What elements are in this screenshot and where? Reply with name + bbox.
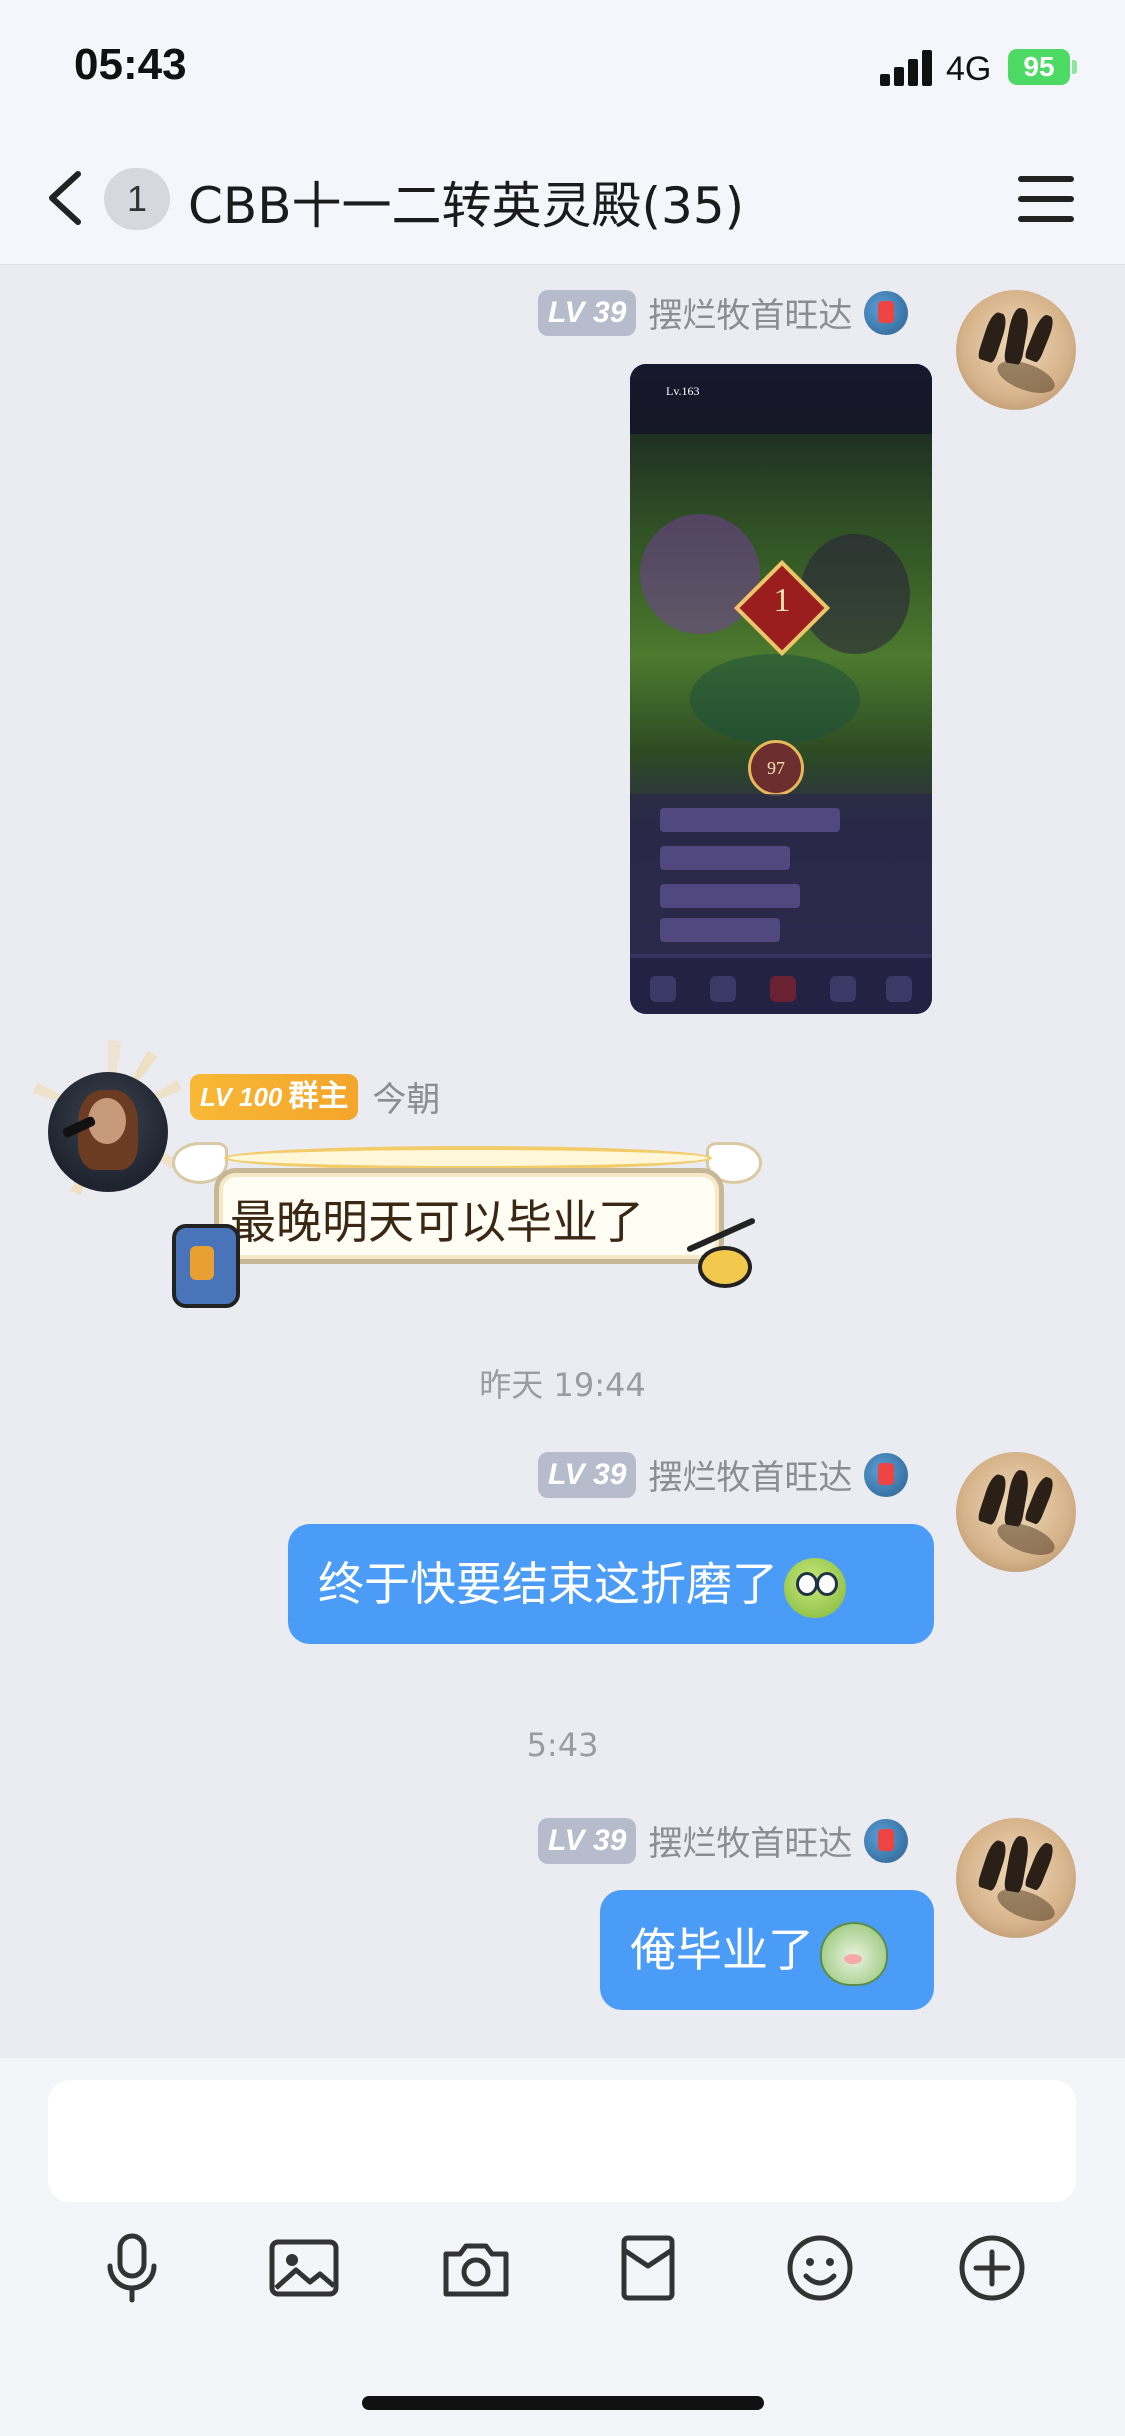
level-badge: LV 100 群主 (190, 1073, 359, 1120)
home-indicator[interactable] (362, 2396, 764, 2410)
message-text: 俺毕业了 (630, 1923, 814, 1977)
avatar[interactable] (956, 1452, 1076, 1572)
avatar[interactable] (48, 1072, 168, 1192)
timestamp: 昨天 19:44 (479, 1366, 646, 1404)
game-hud (630, 364, 932, 434)
message-text: 最晚明天可以毕业了 (230, 1195, 644, 1249)
level-badge: LV 39 (538, 1451, 637, 1498)
microphone-icon[interactable] (94, 2230, 170, 2306)
camera-icon[interactable] (438, 2230, 514, 2306)
network-type: 4G (946, 50, 992, 88)
game-level-text: Lv.163 (666, 384, 700, 398)
timestamp: 5:43 (526, 1726, 599, 1764)
halo-decoration (224, 1146, 712, 1170)
emoji-icon[interactable] (782, 2230, 858, 2306)
input-bar (0, 2058, 1125, 2436)
level-badge: LV 39 (538, 1817, 637, 1864)
image-icon[interactable] (266, 2230, 342, 2306)
image-message[interactable]: Lv.163 1 97 (630, 364, 932, 1014)
back-arrow-icon[interactable] (40, 168, 90, 228)
sender-meta: LV 39 摆烂牧首旺达 (538, 1450, 909, 1502)
game-chat-panel (630, 794, 932, 954)
backpack-sticker-icon (172, 1224, 240, 1308)
status-time: 05:43 (74, 40, 187, 89)
message-text: 终于快要结束这折磨了 (318, 1557, 778, 1611)
chat-header: 1 CBB十一二转英灵殿(35) (0, 132, 1125, 265)
sender-meta: LV 100 群主 今朝 (190, 1072, 440, 1124)
unread-count-badge[interactable]: 1 (104, 168, 170, 230)
avatar[interactable] (956, 1818, 1076, 1938)
pickle-emoji-icon (784, 1557, 846, 1618)
dragon-badge-icon (864, 290, 909, 335)
owner-role: 群主 (288, 1079, 349, 1113)
sender-meta: LV 39 摆烂牧首旺达 (538, 288, 909, 340)
dragon-badge-icon (864, 1452, 909, 1497)
sender-name[interactable]: 摆烂牧首旺达 (648, 1816, 852, 1865)
status-bar: 05:43 4G 95 (0, 0, 1125, 132)
battery-tip (1072, 60, 1077, 74)
sender-name[interactable]: 今朝 (372, 1072, 440, 1121)
avatar[interactable] (956, 290, 1076, 410)
message-bubble[interactable]: 终于快要结束这折磨了 (288, 1524, 934, 1644)
message-input[interactable] (48, 2080, 1076, 2202)
plus-icon[interactable] (954, 2230, 1030, 2306)
menu-icon[interactable] (1018, 176, 1074, 222)
message-bubble[interactable]: 俺毕业了 (600, 1890, 934, 2010)
sender-meta: LV 39 摆烂牧首旺达 (538, 1816, 909, 1868)
sender-name[interactable]: 摆烂牧首旺达 (648, 288, 852, 337)
stage-number: 1 (773, 582, 791, 619)
sender-name[interactable]: 摆烂牧首旺达 (648, 1450, 852, 1499)
game-bottom-bar (630, 958, 932, 1014)
group-title: CBB十一二转英灵殿(35) (188, 177, 745, 235)
dragon-badge-icon (864, 1818, 909, 1863)
helicopter-sticker-icon (684, 1217, 758, 1288)
battery-icon: 95 (1008, 49, 1070, 85)
signal-icon (880, 50, 936, 86)
game-counter: 97 (748, 740, 804, 796)
frog-emoji-icon (820, 1921, 888, 1986)
red-packet-icon[interactable] (610, 2230, 686, 2306)
level-badge: LV 39 (538, 289, 637, 336)
